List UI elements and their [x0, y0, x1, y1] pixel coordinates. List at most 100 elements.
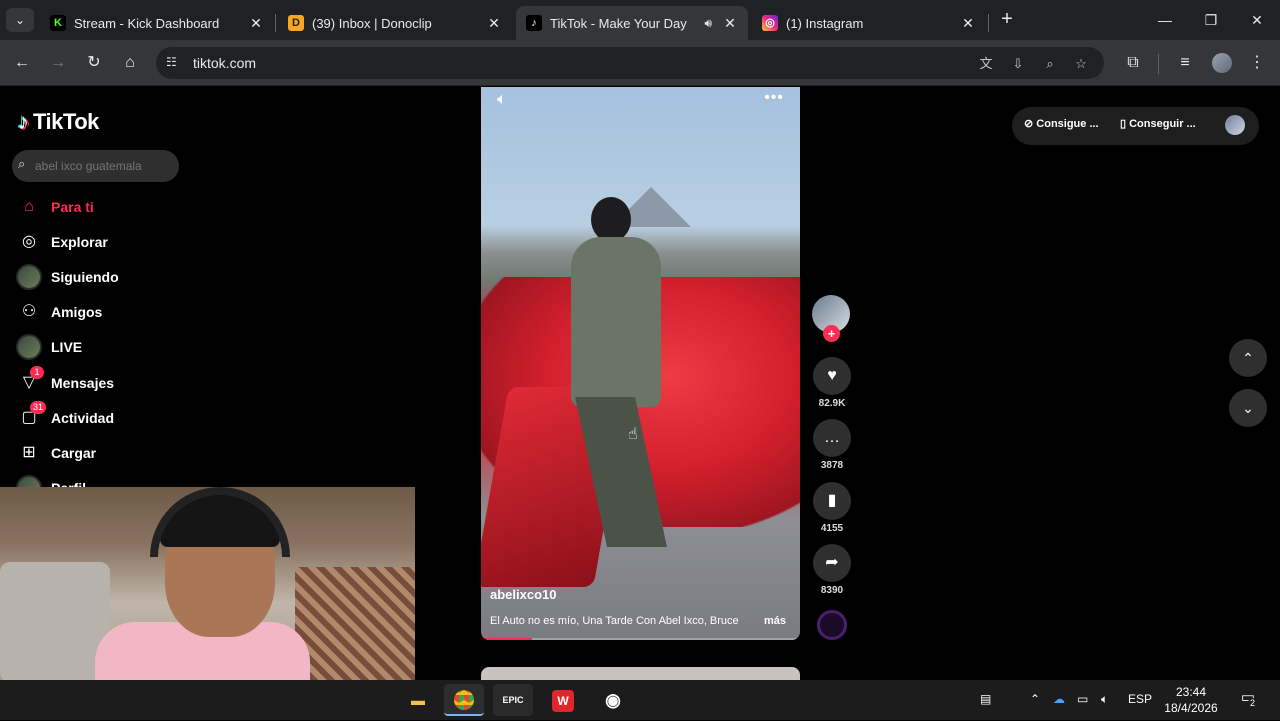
close-tab-icon[interactable]: ✕	[486, 15, 502, 32]
following-avatar-icon	[16, 264, 42, 290]
close-tab-icon[interactable]: ✕	[248, 15, 264, 32]
sidebar-item-label: Cargar	[51, 445, 97, 461]
home-icon: ⌂	[24, 198, 34, 215]
install-app-icon[interactable]: ⇩	[1008, 54, 1028, 74]
previous-video-chevron-up-icon[interactable]: ⌃	[1229, 339, 1267, 377]
close-tab-icon[interactable]: ✕	[722, 15, 738, 32]
tiktok-note-icon: ♪	[18, 109, 29, 134]
address-bar[interactable]: ☷ tiktok.com 文 ⇩ ⌕ ☆	[156, 47, 1104, 79]
obs-studio-icon[interactable]: ◉	[593, 684, 633, 716]
webcam-sofa	[0, 562, 110, 680]
follow-plus-icon[interactable]: +	[823, 325, 840, 342]
mouse-pointer-icon: ☝︎	[628, 426, 638, 443]
sidebar-item-explorar[interactable]: ◎ Explorar	[16, 227, 196, 257]
reload-icon[interactable]: ↻	[81, 50, 107, 76]
comment-bubble-icon[interactable]: …	[813, 419, 851, 457]
tab-kick-dashboard[interactable]: K Stream - Kick Dashboard ✕	[40, 6, 274, 40]
network-icon[interactable]: ▭	[1077, 692, 1088, 706]
save-action[interactable]: ▮ 4155	[813, 482, 851, 534]
top-right-actions: ⊘ Consigue ... ▯ Conseguir ...	[1012, 107, 1259, 145]
home-icon[interactable]: ⌂	[117, 50, 143, 76]
sidebar-item-label: Para ti	[51, 199, 94, 215]
activity-icon: ▢ 31	[16, 401, 47, 431]
new-tab-plus-icon[interactable]: +	[996, 8, 1018, 32]
tab-instagram[interactable]: ◎ (1) Instagram ✕	[752, 6, 986, 40]
notification-count: 2	[1248, 698, 1258, 708]
taskview-news-icon[interactable]: ▤	[980, 692, 991, 706]
file-explorer-icon[interactable]: ▬	[398, 684, 438, 716]
tiktok-logo[interactable]: ♪ TikTok	[18, 109, 99, 135]
video-progress-fill	[481, 638, 533, 640]
wps-office-icon[interactable]: W	[543, 684, 583, 716]
sidebar-item-label: Amigos	[51, 304, 103, 320]
sidebar-item-actividad[interactable]: ▢ 31 Actividad	[16, 401, 196, 433]
share-action[interactable]: ➦ 8390	[813, 544, 851, 596]
sidebar-item-label: Explorar	[51, 234, 108, 250]
forward-arrow-icon[interactable]: →	[45, 50, 71, 76]
sidebar-item-mensajes[interactable]: ▽ 1 Mensajes	[16, 366, 196, 398]
sidebar-item-siguiendo[interactable]: Siguiendo	[16, 262, 196, 292]
notification-center-icon[interactable]: ▭ 2	[1236, 688, 1260, 712]
notification-badge: 31	[30, 401, 47, 414]
sidebar-item-amigos[interactable]: ⚇ Amigos	[16, 297, 196, 327]
search-icon[interactable]: ⌕	[18, 156, 25, 172]
video-progress-bar[interactable]	[481, 638, 800, 640]
heart-icon[interactable]: ♥	[813, 357, 851, 395]
language-indicator[interactable]: ESP	[1128, 692, 1152, 706]
tiktok-logo-text: TikTok	[33, 109, 99, 134]
tab-separator	[275, 14, 276, 32]
zoom-icon[interactable]: ⌕	[1040, 54, 1060, 74]
bookmark-icon[interactable]: ▮	[813, 482, 851, 520]
music-disc-icon[interactable]	[817, 610, 847, 640]
extensions-puzzle-icon[interactable]: ⧉	[1120, 50, 1146, 76]
more-options-icon[interactable]: •••	[764, 89, 784, 107]
chrome-icon[interactable]	[444, 684, 484, 716]
get-coins-label: Consigue ...	[1036, 118, 1099, 130]
search-input[interactable]	[35, 156, 175, 176]
onedrive-cloud-icon[interactable]: ☁	[1053, 692, 1065, 706]
save-count: 4155	[820, 523, 844, 534]
comment-action[interactable]: … 3878	[813, 419, 851, 471]
close-window-icon[interactable]: ✕	[1234, 6, 1280, 34]
tab-tiktok[interactable]: ♪ TikTok - Make Your Day 🔊︎ ✕	[516, 6, 748, 40]
close-tab-icon[interactable]: ✕	[960, 15, 976, 32]
video-description: El Auto no es mío, Una Tarde Con Abel Ix…	[490, 615, 739, 627]
browser-tab-bar: ⌄ K Stream - Kick Dashboard ✕ D (39) Inb…	[0, 0, 1280, 40]
back-arrow-icon[interactable]: ←	[9, 50, 35, 76]
volume-speaker-icon[interactable]: 🔈︎	[1101, 692, 1108, 707]
tab-search-chevron-icon[interactable]: ⌄	[6, 8, 34, 32]
get-app-button[interactable]: ▯ Conseguir ...	[1120, 117, 1196, 130]
epic-games-icon[interactable]: EPIC	[493, 684, 533, 716]
minimize-window-icon[interactable]: —	[1142, 6, 1188, 34]
sidebar-item-para-ti[interactable]: ⌂ Para ti	[16, 192, 196, 222]
next-video-preview[interactable]	[481, 667, 800, 680]
tab-audio-playing-icon[interactable]: 🔊︎	[704, 16, 712, 31]
friends-icon: ⚇	[21, 303, 37, 320]
restore-window-icon[interactable]: ❐	[1188, 6, 1234, 34]
get-coins-button[interactable]: ⊘ Consigue ...	[1024, 117, 1099, 130]
webcam-bed	[295, 567, 415, 680]
browser-menu-kebab-icon[interactable]: ⋮	[1244, 50, 1270, 76]
media-control-icon[interactable]: ≡	[1172, 50, 1198, 76]
description-more-link[interactable]: más	[764, 615, 786, 627]
user-avatar[interactable]	[1225, 115, 1245, 135]
system-clock[interactable]: 23:44 18/4/2026	[1158, 684, 1224, 716]
sidebar-item-cargar[interactable]: ⊞ Cargar	[16, 438, 196, 468]
tab-title: (1) Instagram	[786, 15, 864, 31]
browser-profile-avatar[interactable]	[1212, 53, 1232, 73]
tab-donoclip-inbox[interactable]: D (39) Inbox | Donoclip ✕	[278, 6, 512, 40]
tray-overflow-chevron-icon[interactable]: ⌃	[1030, 692, 1040, 706]
volume-icon[interactable]: 🔈︎	[497, 91, 507, 109]
video-author[interactable]: abelixco10	[490, 587, 557, 602]
sidebar-item-live[interactable]: LIVE	[16, 332, 196, 362]
next-video-chevron-down-icon[interactable]: ⌄	[1229, 389, 1267, 427]
site-info-icon[interactable]: ☷	[166, 55, 177, 69]
bookmark-star-icon[interactable]: ☆	[1071, 54, 1091, 74]
share-arrow-icon[interactable]: ➦	[813, 544, 851, 582]
video-player[interactable]: 🔈︎ ••• ☝︎ abelixco10 El Auto no es mío, …	[481, 87, 800, 640]
like-action[interactable]: ♥ 82.9K	[813, 357, 851, 409]
url-text[interactable]: tiktok.com	[193, 55, 256, 71]
comment-count: 3878	[820, 460, 844, 471]
search-box[interactable]: ⌕	[12, 150, 179, 182]
translate-icon[interactable]: 文	[976, 54, 996, 74]
